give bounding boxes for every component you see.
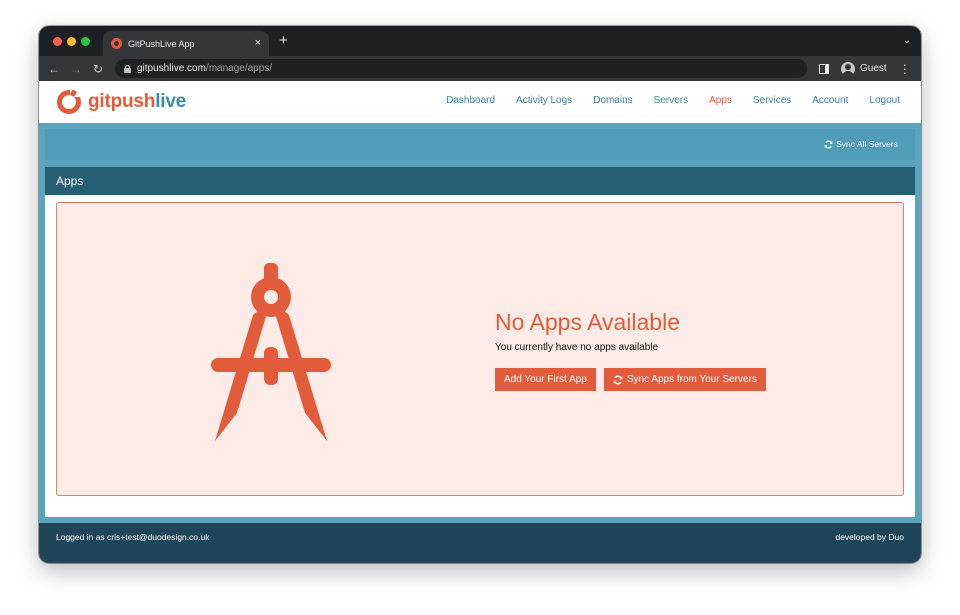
- developer-credit[interactable]: developed by Duo: [835, 532, 904, 542]
- forward-arrow-icon[interactable]: →: [65, 62, 87, 76]
- panel-title: Apps: [45, 167, 915, 195]
- more-menu-icon[interactable]: ⋮: [899, 62, 911, 76]
- side-panel-icon[interactable]: [819, 63, 829, 74]
- sync-bar: Sync All Servers: [45, 129, 915, 160]
- sync-apps-button[interactable]: Sync Apps from Your Servers: [603, 368, 766, 391]
- url-path: /manage/apps/: [205, 63, 273, 74]
- favicon-icon: [111, 38, 122, 49]
- browser-window: GitPushLive App × + ⌄ ← → ↻ gitpushlive.…: [39, 26, 921, 563]
- empty-actions: Add Your First App Sync Apps from Your S…: [495, 368, 766, 391]
- nav-logout[interactable]: Logout: [869, 95, 900, 106]
- sync-icon: [824, 140, 833, 148]
- nav-account[interactable]: Account: [812, 95, 848, 106]
- close-window-button[interactable]: [53, 37, 62, 46]
- tab-search-icon[interactable]: ⌄: [903, 35, 911, 46]
- add-first-app-button[interactable]: Add Your First App: [495, 368, 596, 391]
- reload-icon[interactable]: ↻: [87, 62, 109, 76]
- back-arrow-icon[interactable]: ←: [43, 62, 65, 76]
- tab-close-icon[interactable]: ×: [255, 38, 261, 49]
- profile-button[interactable]: Guest: [841, 61, 887, 76]
- footer: Logged in as cris+test@duodesign.co.uk d…: [39, 523, 921, 563]
- empty-state-text: No Apps Available You currently have no …: [495, 309, 766, 391]
- minimize-window-button[interactable]: [67, 37, 76, 46]
- logo[interactable]: gitpushlive: [56, 89, 186, 115]
- empty-title: No Apps Available: [495, 309, 680, 335]
- browser-toolbar: ← → ↻ gitpushlive.com/manage/apps/ Guest…: [39, 56, 921, 81]
- page-content: Sync All Servers Apps No Apps Available …: [39, 123, 921, 523]
- url-host: gitpushlive.com: [137, 63, 206, 74]
- address-bar[interactable]: gitpushlive.com/manage/apps/: [115, 59, 807, 78]
- empty-state: No Apps Available You currently have no …: [56, 202, 904, 496]
- nav-dashboard[interactable]: Dashboard: [446, 95, 495, 106]
- nav-apps[interactable]: Apps: [709, 95, 732, 106]
- empty-subtitle: You currently have no apps available: [495, 342, 659, 353]
- new-tab-button[interactable]: +: [279, 33, 288, 48]
- profile-label: Guest: [860, 63, 887, 74]
- browser-titlebar: GitPushLive App × + ⌄: [39, 26, 921, 56]
- logo-mark-icon: [57, 89, 81, 114]
- site-header: gitpushlive Dashboard Activity Logs Doma…: [39, 81, 921, 123]
- sync-icon: [613, 375, 623, 384]
- compass-drafting-icon: [211, 263, 331, 441]
- sync-all-servers-button[interactable]: Sync All Servers: [824, 139, 898, 149]
- nav-services[interactable]: Services: [753, 95, 791, 106]
- nav-domains[interactable]: Domains: [593, 95, 632, 106]
- logo-text: gitpushlive: [88, 91, 187, 112]
- nav-servers[interactable]: Servers: [654, 95, 688, 106]
- sync-all-servers-label: Sync All Servers: [836, 139, 898, 149]
- logged-in-as: Logged in as cris+test@duodesign.co.uk: [56, 532, 210, 542]
- browser-tab[interactable]: GitPushLive App ×: [103, 31, 269, 56]
- nav-activity-logs[interactable]: Activity Logs: [516, 95, 572, 106]
- tab-title: GitPushLive App: [128, 38, 195, 49]
- panel-body: No Apps Available You currently have no …: [45, 195, 915, 517]
- avatar-icon: [841, 61, 855, 76]
- main-nav: Dashboard Activity Logs Domains Servers …: [446, 95, 900, 106]
- lock-icon[interactable]: [124, 64, 131, 73]
- maximize-window-button[interactable]: [81, 37, 90, 46]
